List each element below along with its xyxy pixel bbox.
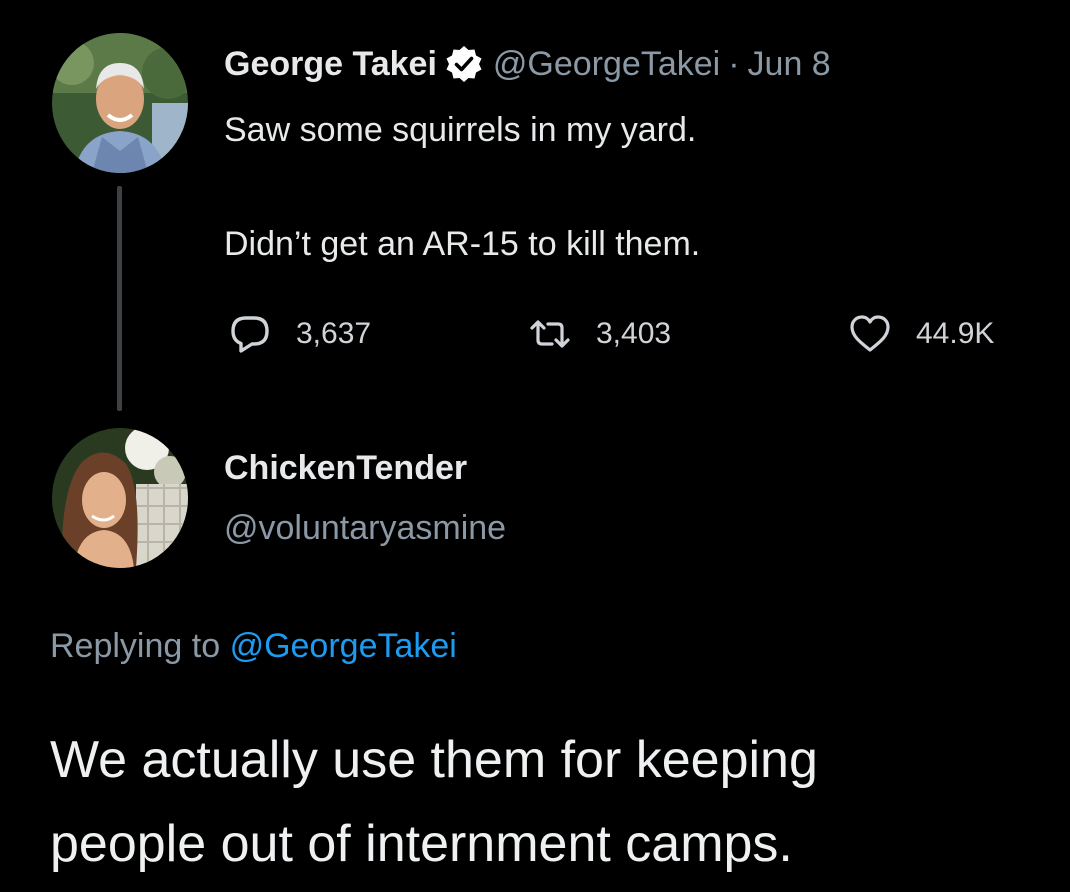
tweet-text-line: Didn’t get an AR-15 to kill them. xyxy=(224,225,701,263)
author-display-name[interactable]: George Takei xyxy=(224,42,437,86)
reply-bubble-icon xyxy=(231,316,269,353)
reply-author-handle[interactable]: @voluntaryasmine xyxy=(224,506,506,550)
replying-to-mention-link[interactable]: @GeorgeTakei xyxy=(230,627,457,665)
thread-connector-line xyxy=(117,186,122,411)
heart-icon xyxy=(850,315,890,352)
like-count: 44.9K xyxy=(916,317,995,350)
retweet-count: 3,403 xyxy=(596,317,672,350)
chickentender-avatar[interactable] xyxy=(52,428,188,568)
retweet-arrows-icon xyxy=(530,320,570,348)
reply-button[interactable]: 3,637 xyxy=(228,312,371,356)
george-takei-avatar[interactable] xyxy=(52,33,188,173)
verified-badge-icon xyxy=(445,45,483,83)
retweet-button[interactable]: 3,403 xyxy=(528,312,671,356)
tweet-date[interactable]: Jun 8 xyxy=(748,42,831,86)
replying-to-label: Replying to xyxy=(50,627,221,665)
reply-count: 3,637 xyxy=(296,317,372,350)
tweet-header: George Takei @GeorgeTakei · Jun 8 xyxy=(224,42,831,86)
reply-text-line: We actually use them for keeping xyxy=(50,731,818,789)
reply-author-display-name[interactable]: ChickenTender xyxy=(224,446,467,490)
tweet-text-line: Saw some squirrels in my yard. xyxy=(224,111,697,149)
like-button[interactable]: 44.9K xyxy=(848,312,994,356)
reply-tweet-text: We actually use them for keeping people … xyxy=(50,718,818,886)
author-handle[interactable]: @GeorgeTakei xyxy=(493,42,720,86)
header-separator: · xyxy=(728,45,740,83)
replying-to-line: Replying to @GeorgeTakei xyxy=(50,624,457,668)
reply-text-line: people out of internment camps. xyxy=(50,815,793,873)
